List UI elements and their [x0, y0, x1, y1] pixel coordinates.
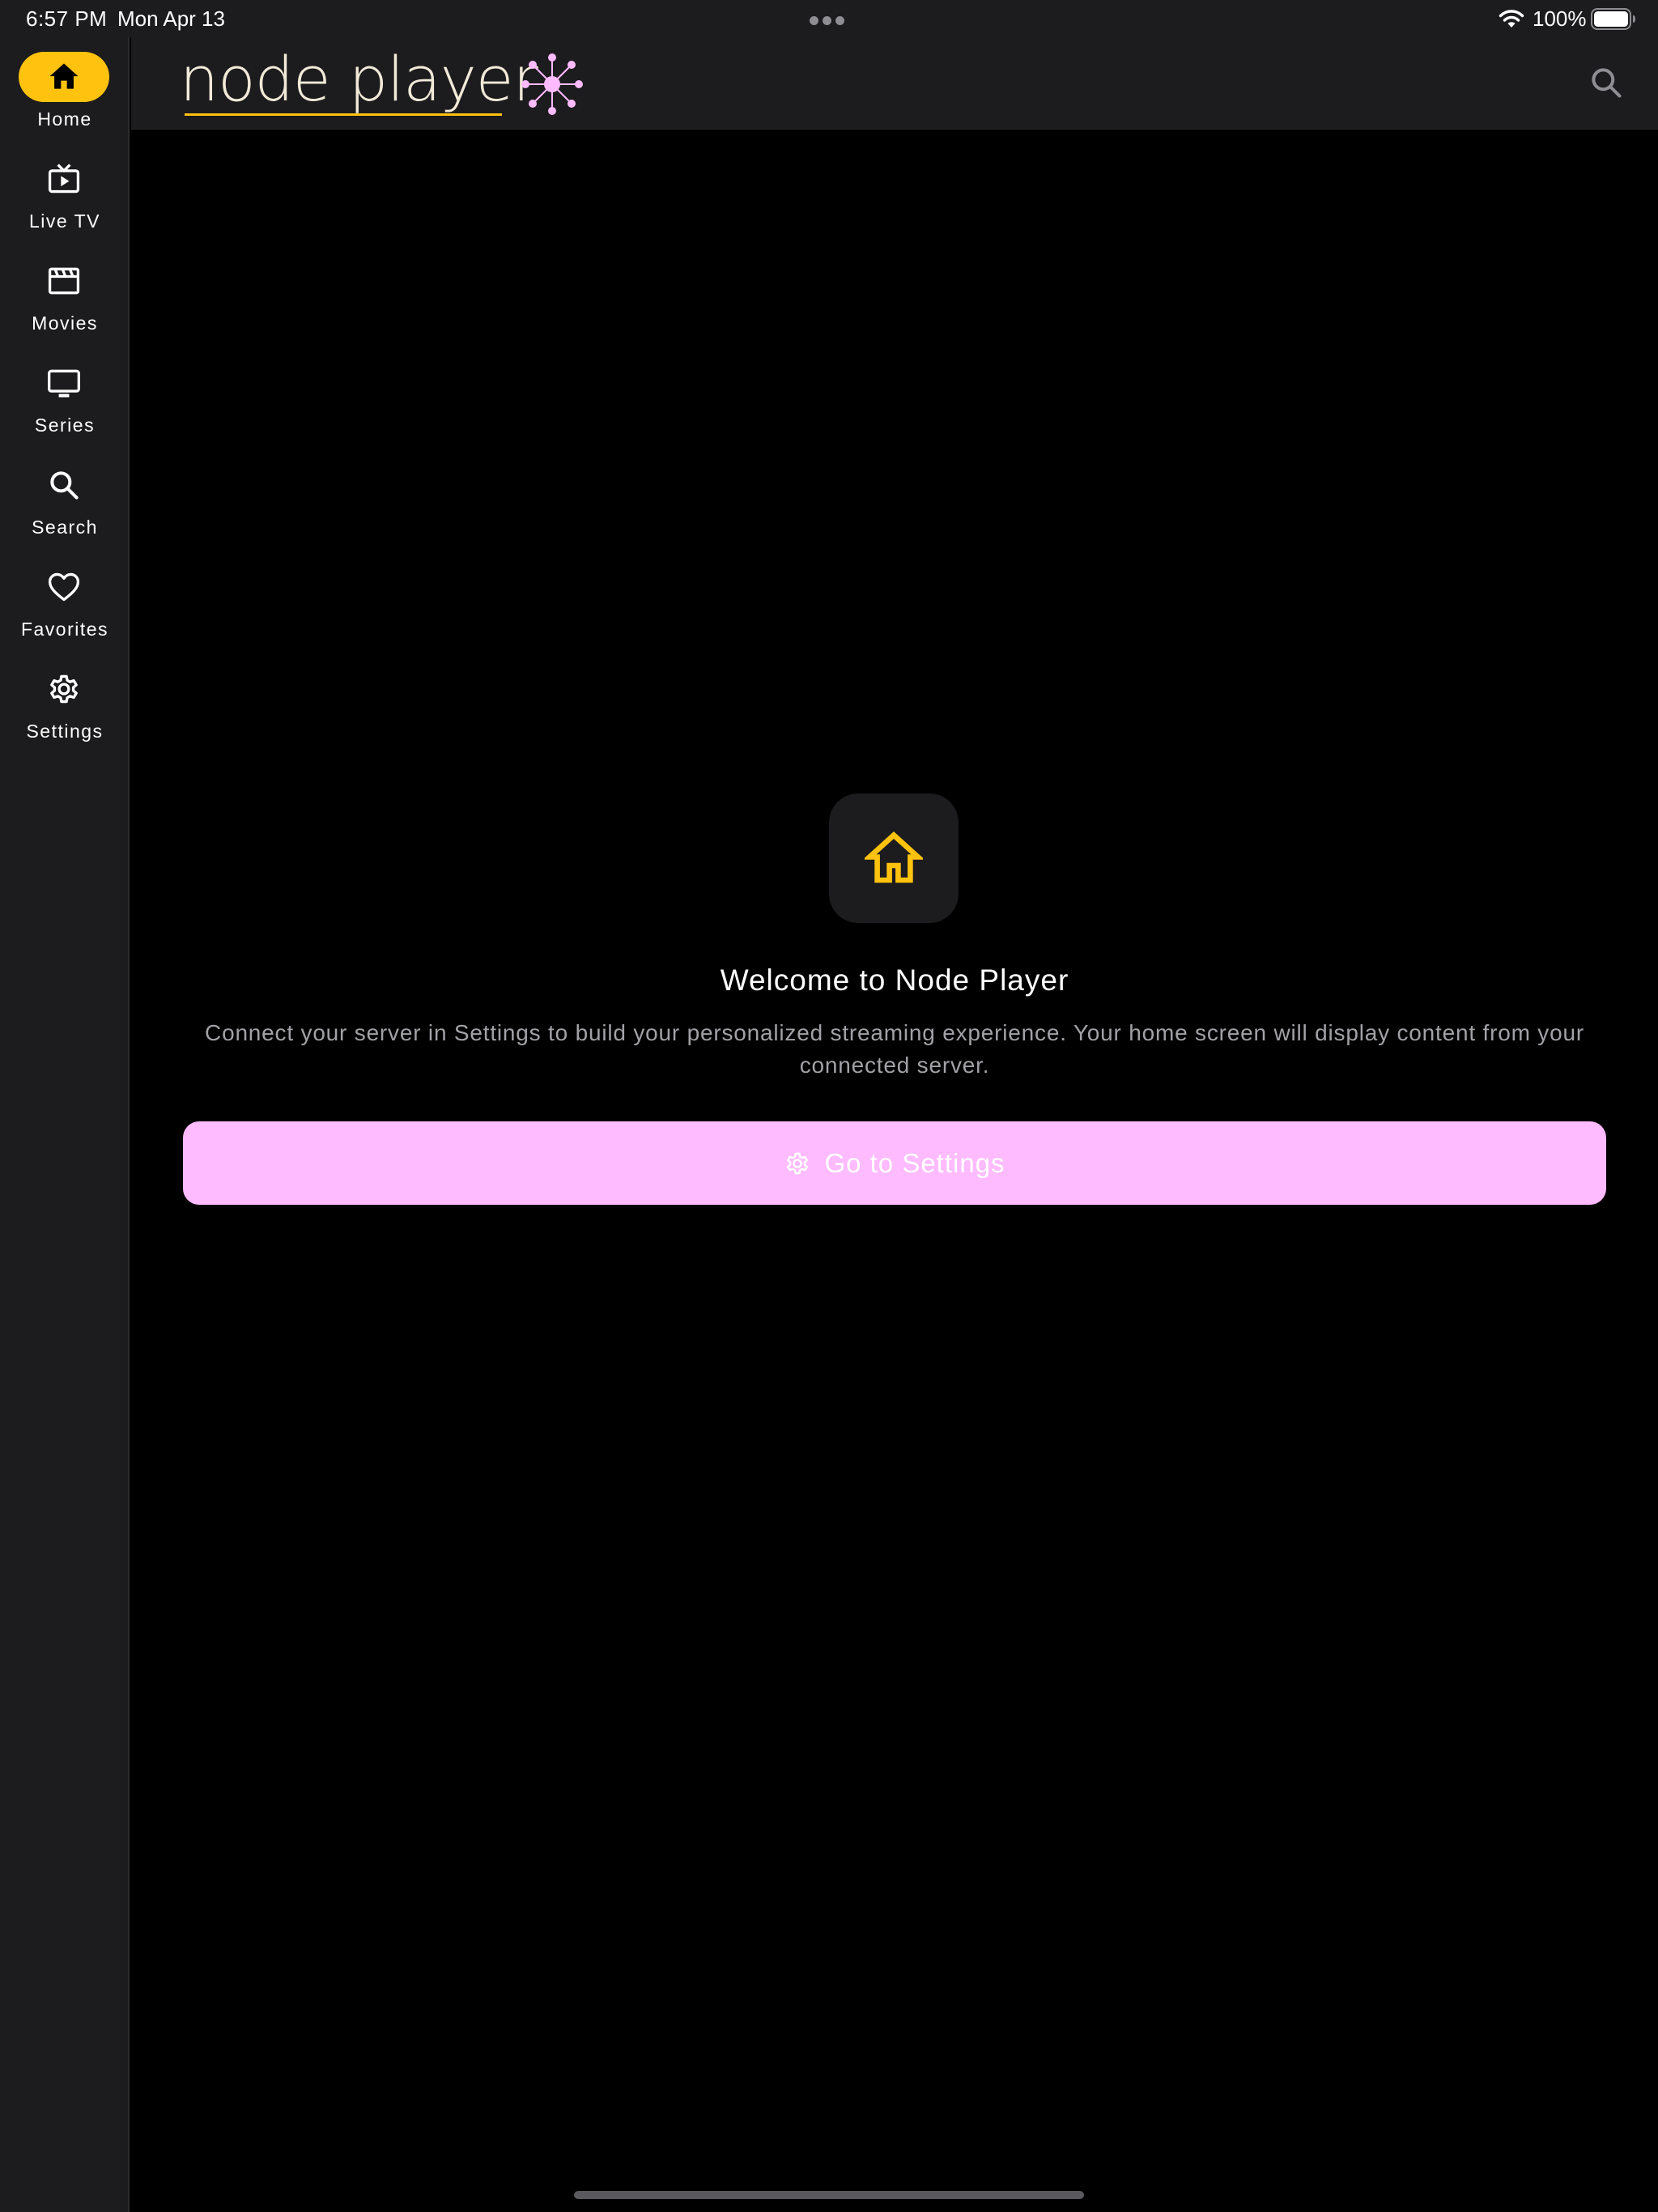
welcome-icon-box — [829, 793, 959, 923]
network-node-icon — [521, 53, 583, 115]
sidebar-item-search[interactable]: Search — [0, 460, 130, 557]
tv-play-icon — [19, 154, 109, 204]
sidebar-item-label: Search — [32, 517, 98, 538]
welcome-title: Welcome to Node Player — [720, 963, 1069, 997]
clapperboard-icon — [19, 256, 109, 306]
home-indicator[interactable] — [574, 2191, 1084, 2199]
home-outline-icon — [865, 832, 923, 883]
search-icon[interactable] — [1588, 65, 1624, 100]
sidebar-item-live-tv[interactable]: Live TV — [0, 154, 130, 251]
sidebar-item-label: Home — [37, 108, 92, 130]
logo-text: node player — [180, 43, 538, 115]
app-logo: node player — [180, 44, 601, 125]
sidebar-item-movies[interactable]: Movies — [0, 256, 130, 353]
go-to-settings-label: Go to Settings — [824, 1147, 1005, 1178]
search-icon — [19, 460, 109, 510]
heart-icon — [19, 562, 109, 612]
status-date: Mon Apr 13 — [117, 6, 225, 31]
sidebar-item-label: Series — [34, 415, 96, 436]
multitasking-dots-icon[interactable] — [810, 15, 848, 25]
logo-underline — [185, 113, 502, 116]
gear-icon — [19, 664, 109, 714]
wifi-icon — [1499, 10, 1524, 28]
sidebar-item-label: Favorites — [20, 619, 109, 640]
status-time: 6:57 PM — [26, 6, 108, 31]
sidebar-item-label: Movies — [32, 313, 98, 334]
home-icon — [19, 52, 109, 102]
go-to-settings-button[interactable]: Go to Settings — [183, 1121, 1606, 1205]
sidebar: Home Live TV Movies Series Search Favori… — [0, 0, 130, 2212]
battery-icon — [1591, 8, 1635, 30]
gear-icon — [787, 1152, 809, 1174]
app-header: node player — [131, 37, 1658, 130]
sidebar-item-label: Settings — [26, 721, 104, 742]
monitor-icon — [19, 358, 109, 408]
status-bar: 6:57 PM Mon Apr 13 100% — [0, 0, 1658, 37]
sidebar-item-label: Live TV — [28, 211, 101, 232]
sidebar-item-home[interactable]: Home — [0, 52, 130, 149]
battery-percentage: 100% — [1533, 6, 1587, 31]
sidebar-item-series[interactable]: Series — [0, 358, 130, 455]
app-root: Home Live TV Movies Series Search Favori… — [0, 0, 1658, 2212]
welcome-description: Connect your server in Settings to build… — [205, 1020, 1584, 1078]
sidebar-item-favorites[interactable]: Favorites — [0, 562, 130, 659]
sidebar-item-settings[interactable]: Settings — [0, 664, 130, 761]
